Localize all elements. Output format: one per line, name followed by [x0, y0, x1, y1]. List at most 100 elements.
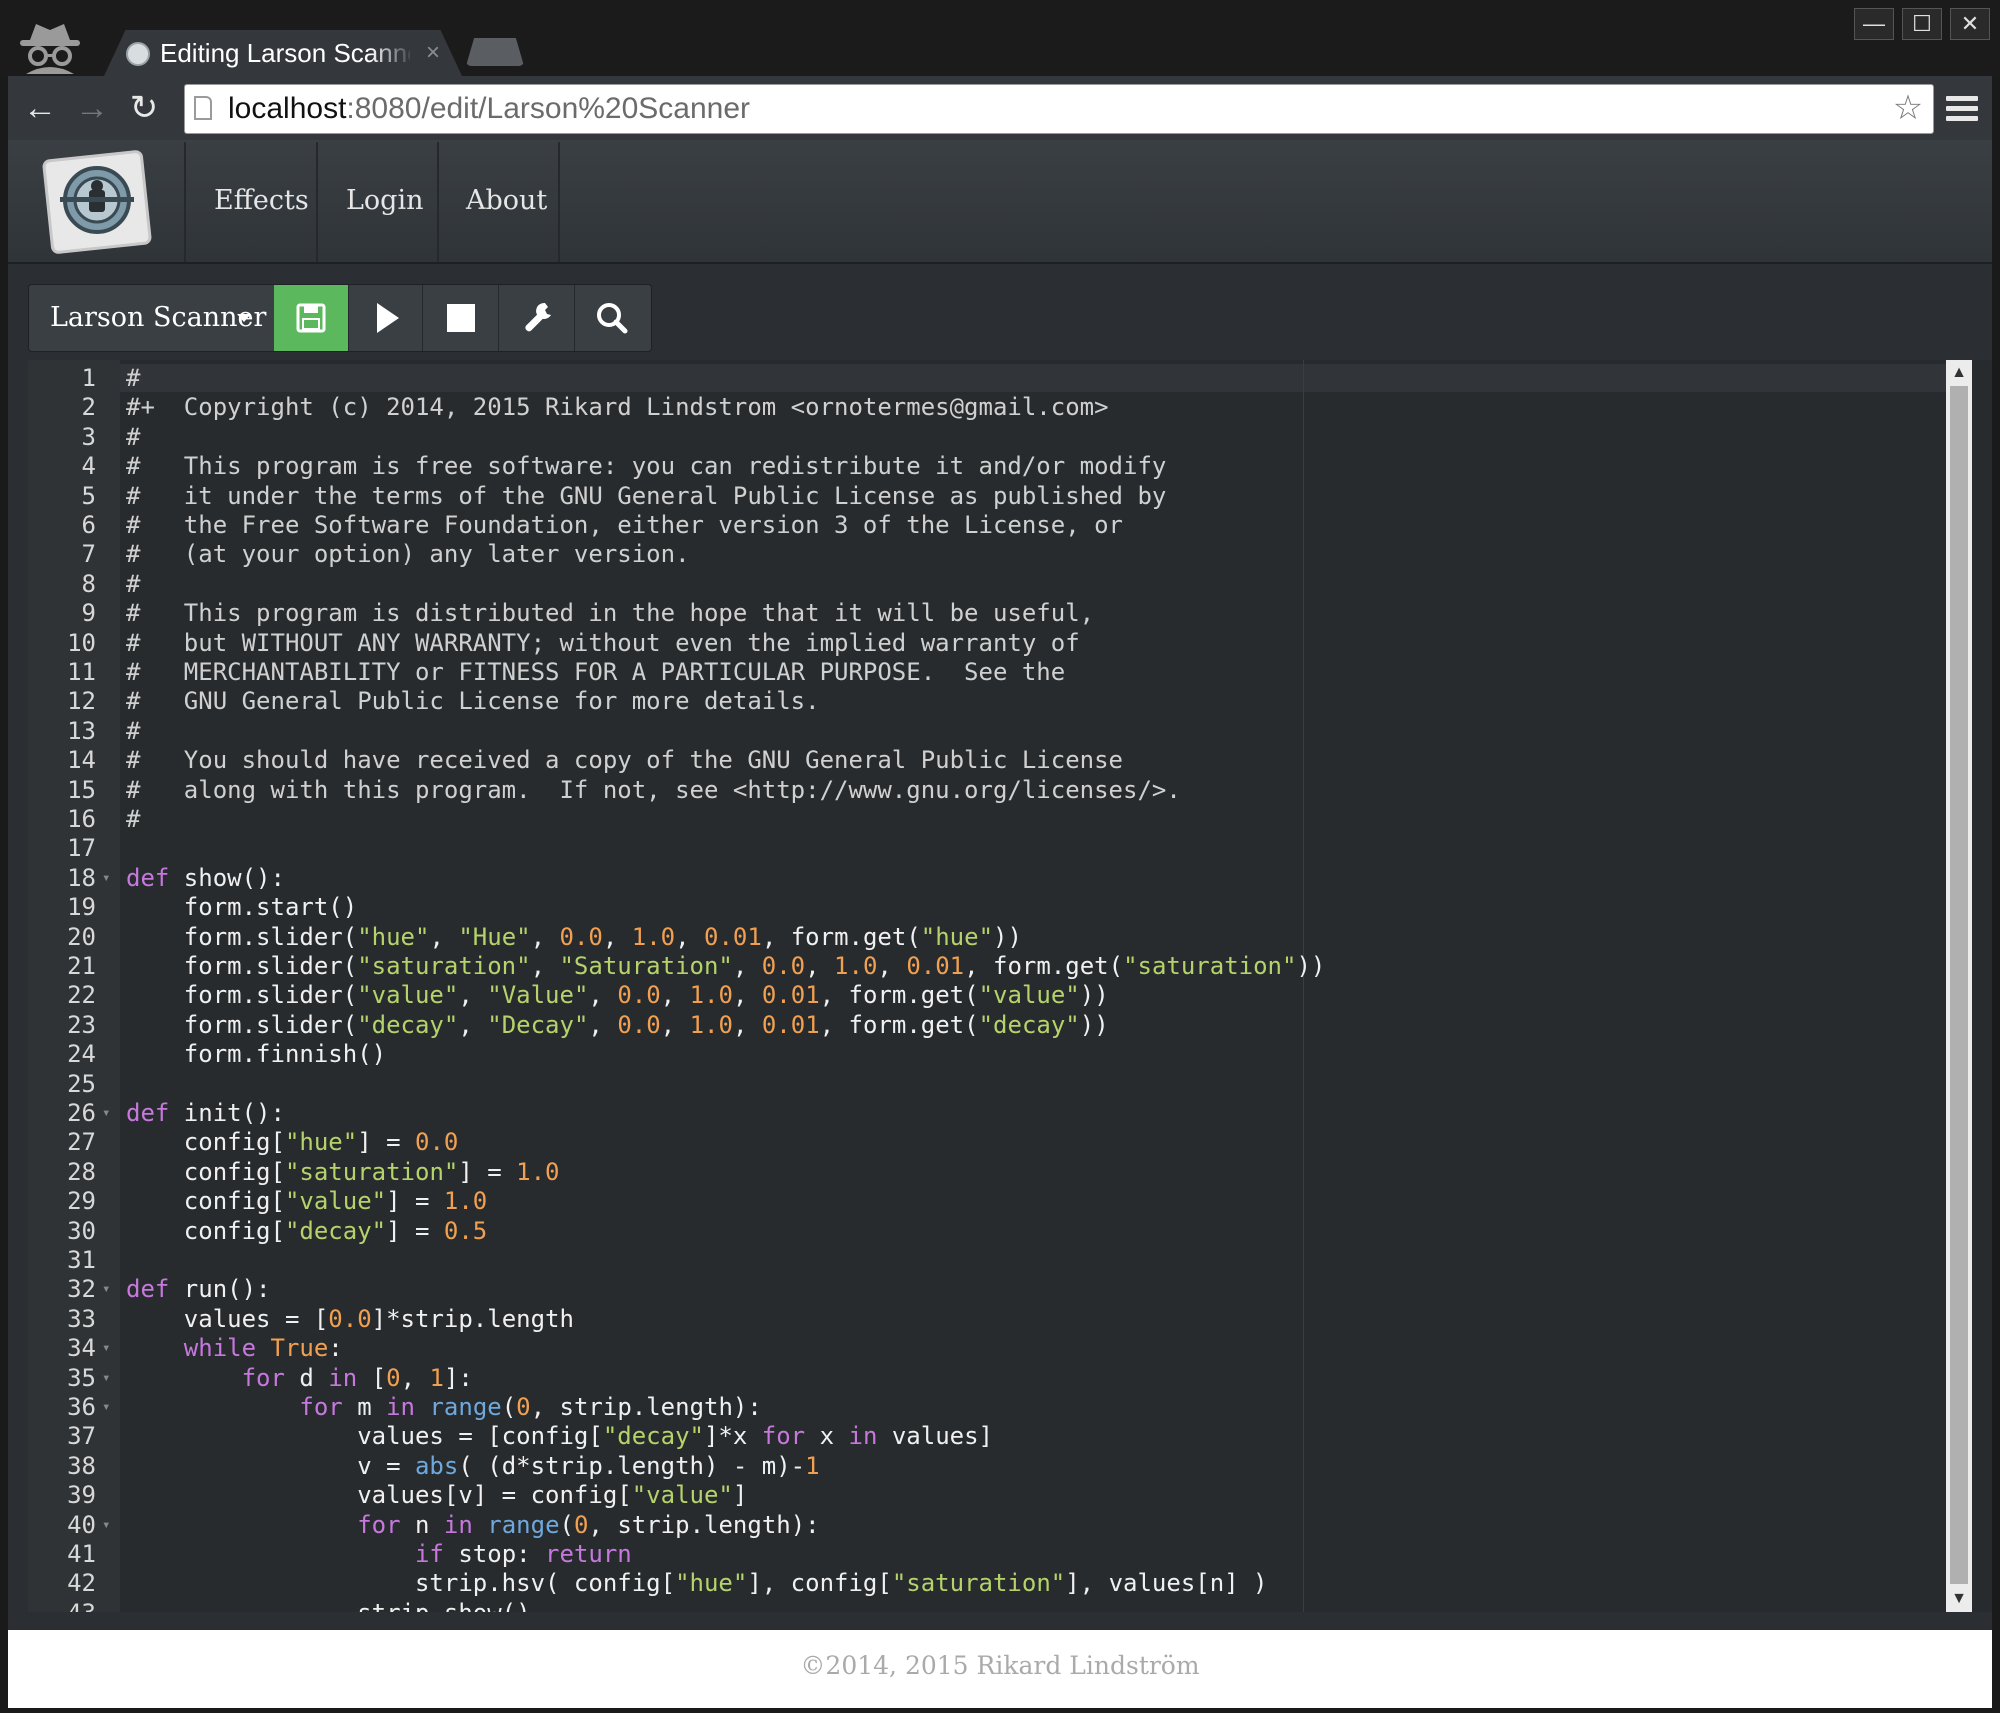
scroll-up-icon[interactable]: ▲	[1946, 362, 1972, 384]
code-line[interactable]: 33 values = [0.0]*strip.length	[28, 1305, 1948, 1334]
code-token: 0.0	[559, 922, 603, 951]
code-line[interactable]: 2 #+ Copyright (c) 2014, 2015 Rikard Lind…	[28, 393, 1948, 422]
code-line[interactable]: 17	[28, 834, 1948, 863]
fold-toggle-icon[interactable]: ▾	[102, 1275, 116, 1304]
fold-toggle-icon[interactable]: ▾	[102, 864, 116, 893]
line-number: 30	[67, 1216, 96, 1245]
nav-link-effects[interactable]: Effects	[214, 176, 309, 226]
url-text[interactable]: localhost:8080/edit/Larson%20Scanner	[228, 84, 750, 134]
code-line[interactable]: 4 # This program is free software: you ca…	[28, 452, 1948, 481]
code-line[interactable]: 1 #	[28, 364, 1948, 393]
code-line[interactable]: 27 config["hue"] = 0.0	[28, 1128, 1948, 1157]
play-button[interactable]	[348, 285, 422, 351]
scrollbar-thumb[interactable]	[1950, 386, 1968, 1584]
effect-dropdown[interactable]: Larson Scanner	[50, 285, 266, 351]
code-line[interactable]: 19 form.start()	[28, 893, 1948, 922]
code-token: values = [config[	[126, 1422, 603, 1451]
code-line[interactable]: 15 # along with this program. If not, see…	[28, 776, 1948, 805]
fold-toggle-icon[interactable]: ▾	[102, 1334, 116, 1363]
code-line[interactable]: 8 #	[28, 570, 1948, 599]
code-text: config["hue"] = 0.0	[126, 1128, 459, 1157]
code-line[interactable]: 28 config["saturation"] = 1.0	[28, 1158, 1948, 1187]
code-lines[interactable]: 1 #2 #+ Copyright (c) 2014, 2015 Rikard Li…	[28, 360, 1948, 1612]
code-text: #	[126, 570, 140, 599]
code-line[interactable]: 34 ▾ while True:	[28, 1334, 1948, 1363]
code-line[interactable]: 40 ▾ for n in range(0, strip.length):	[28, 1511, 1948, 1540]
maximize-button[interactable]: ☐	[1902, 8, 1942, 40]
code-text: # This program is distributed in the hop…	[126, 599, 1094, 628]
code-text: # You should have received a copy of the…	[126, 746, 1123, 775]
code-line[interactable]: 6 # the Free Software Foundation, either …	[28, 511, 1948, 540]
save-button[interactable]	[274, 285, 348, 351]
nav-divider	[558, 142, 560, 262]
code-text: #	[126, 364, 140, 393]
code-line[interactable]: 41 if stop: return	[28, 1540, 1948, 1569]
fold-toggle-icon[interactable]: ▾	[102, 1511, 116, 1540]
tab-close-icon[interactable]: ×	[420, 38, 446, 68]
code-line[interactable]: 21 form.slider("saturation", "Saturation…	[28, 952, 1948, 981]
code-line[interactable]: 36 ▾ for m in range(0, strip.length):	[28, 1393, 1948, 1422]
code-text: # it under the terms of the GNU General …	[126, 482, 1166, 511]
url-path: :8080/edit/Larson%20Scanner	[346, 92, 751, 125]
code-line[interactable]: 31	[28, 1246, 1948, 1275]
code-line[interactable]: 32 ▾ def run():	[28, 1275, 1948, 1304]
code-line[interactable]: 7 # (at your option) any later version.	[28, 540, 1948, 569]
code-line[interactable]: 13 #	[28, 717, 1948, 746]
code-token: , form.get(	[964, 952, 1124, 980]
code-text: #	[126, 805, 140, 834]
code-line[interactable]: 10 # but WITHOUT ANY WARRANTY; without ev…	[28, 629, 1948, 658]
scroll-down-icon[interactable]: ▼	[1946, 1588, 1972, 1610]
code-token: form.slider(	[126, 952, 358, 980]
code-token: 1.0	[631, 922, 676, 951]
line-number: 14	[67, 746, 96, 775]
nav-link-login[interactable]: Login	[346, 176, 424, 226]
code-line[interactable]: 39 values[v] = config["value"]	[28, 1481, 1948, 1510]
reload-icon[interactable]: ↻	[124, 86, 164, 130]
code-line[interactable]: 30 config["decay"] = 0.5	[28, 1217, 1948, 1246]
minimize-button[interactable]: —	[1854, 8, 1894, 40]
code-token: ,	[458, 981, 488, 1010]
forward-icon[interactable]: →	[72, 86, 112, 130]
code-line[interactable]: 43 strip.show()	[28, 1599, 1948, 1612]
logo-icon[interactable]	[42, 150, 152, 256]
code-line[interactable]: 25	[28, 1070, 1948, 1099]
close-window-button[interactable]: ✕	[1950, 8, 1990, 40]
code-line[interactable]: 35 ▾ for d in [0, 1]:	[28, 1364, 1948, 1393]
nav-link-about[interactable]: About	[466, 176, 547, 226]
code-line[interactable]: 20 form.slider("hue", "Hue", 0.0, 1.0, 0…	[28, 923, 1948, 952]
code-token: ,	[732, 981, 762, 1010]
code-line[interactable]: 11 # MERCHANTABILITY or FITNESS FOR A PAR…	[28, 658, 1948, 687]
line-number: 1	[81, 364, 96, 392]
code-line[interactable]: 22 form.slider("value", "Value", 0.0, 1.…	[28, 981, 1948, 1010]
code-line[interactable]: 16 #	[28, 805, 1948, 834]
code-line[interactable]: 38 v = abs( (d*strip.length) - m)-1	[28, 1452, 1948, 1481]
back-icon[interactable]: ←	[20, 86, 60, 130]
code-line[interactable]: 14 # You should have received a copy of t…	[28, 746, 1948, 775]
code-line[interactable]: 24 form.finnish()	[28, 1040, 1948, 1069]
fold-toggle-icon[interactable]: ▾	[102, 1099, 116, 1128]
new-tab-button[interactable]	[466, 38, 524, 66]
stop-button[interactable]	[422, 285, 498, 351]
search-button[interactable]	[574, 285, 650, 351]
code-line[interactable]: 18 ▾ def show():	[28, 864, 1948, 893]
code-line[interactable]: 42 strip.hsv( config["hue"], config["sat…	[28, 1569, 1948, 1598]
fold-toggle-icon[interactable]: ▾	[102, 1393, 116, 1422]
code-line[interactable]: 12 # GNU General Public License for more …	[28, 687, 1948, 716]
url-host: localhost	[228, 92, 347, 125]
code-line[interactable]: 3 #	[28, 423, 1948, 452]
code-line[interactable]: 5 # it under the terms of the GNU General…	[28, 482, 1948, 511]
settings-button[interactable]	[498, 285, 574, 351]
code-line[interactable]: 29 config["value"] = 1.0	[28, 1187, 1948, 1216]
browser-menu-icon[interactable]	[1942, 92, 1982, 126]
code-token: abs	[414, 1451, 459, 1480]
code-token: "saturation"	[284, 1157, 459, 1186]
code-line[interactable]: 37 values = [config["decay"]*x for x in …	[28, 1422, 1948, 1451]
bookmark-star-icon[interactable]: ☆	[1888, 88, 1928, 128]
code-line[interactable]: 9 # This program is distributed in the ho…	[28, 599, 1948, 628]
wrench-icon	[525, 302, 551, 332]
code-line[interactable]: 26 ▾ def init():	[28, 1099, 1948, 1128]
fold-toggle-icon[interactable]: ▾	[102, 1364, 116, 1393]
code-token: 0.01	[761, 1010, 820, 1039]
code-line[interactable]: 23 form.slider("decay", "Decay", 0.0, 1.…	[28, 1011, 1948, 1040]
